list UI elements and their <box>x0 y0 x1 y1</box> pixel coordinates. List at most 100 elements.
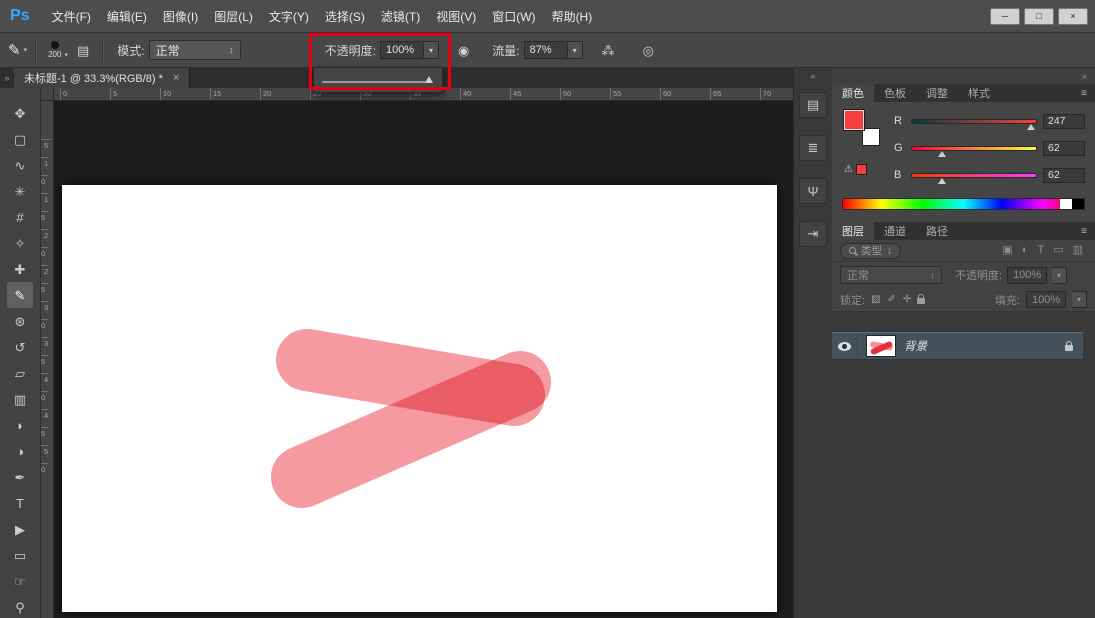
rectangular-marquee-tool[interactable]: ▢ <box>7 126 33 152</box>
white-swatch[interactable] <box>1060 199 1072 209</box>
menu-item[interactable]: 窗口(W) <box>484 3 543 30</box>
blend-mode-dropdown[interactable]: 正常 ↕ <box>149 40 241 60</box>
red-channel-value[interactable]: 247 <box>1043 114 1085 129</box>
notes-panel-icon[interactable]: ⇥ <box>799 221 827 247</box>
tools-panel-expand-arrow[interactable]: » <box>0 68 14 88</box>
document-tab[interactable]: 未标题-1 @ 33.3%(RGB/8) * × <box>14 68 190 88</box>
minimize-button[interactable]: ─ <box>990 8 1020 25</box>
menu-item[interactable]: 选择(S) <box>317 3 373 30</box>
panel-tab[interactable]: 通道 <box>874 222 916 240</box>
layer-row-background[interactable]: 背景 <box>832 332 1083 360</box>
maximize-button[interactable]: □ <box>1024 8 1054 25</box>
flow-dropdown-button[interactable]: ▾ <box>568 41 583 59</box>
pen-pressure-opacity-icon[interactable]: ◉ <box>453 44 474 57</box>
type-tool[interactable]: T <box>7 490 33 516</box>
dock-collapse-arrow[interactable]: » <box>832 68 1095 84</box>
layer-opacity-value[interactable]: 100% <box>1007 267 1047 284</box>
move-tool[interactable]: ✥ <box>7 100 33 126</box>
opacity-value-field[interactable]: 100% <box>380 41 424 59</box>
blur-tool[interactable]: ◗ <box>7 412 33 438</box>
opacity-slider-thumb[interactable] <box>425 76 433 83</box>
layer-opacity-dropdown[interactable]: ▾ <box>1052 267 1067 284</box>
clone-stamp-tool[interactable]: ⊛ <box>7 308 33 334</box>
opacity-dropdown-button[interactable]: ▾ <box>424 41 439 59</box>
foreground-color-swatch[interactable] <box>844 110 864 130</box>
lock-all-icon[interactable] <box>917 298 925 304</box>
black-swatch[interactable] <box>1072 199 1084 209</box>
menu-item[interactable]: 帮助(H) <box>544 3 601 30</box>
gamut-color-swatch[interactable] <box>856 164 867 175</box>
red-channel-slider[interactable] <box>911 119 1037 124</box>
slider-thumb[interactable] <box>1027 124 1035 130</box>
menu-item[interactable]: 视图(V) <box>428 3 484 30</box>
pixel-layer-filter-icon[interactable]: ▣ <box>1002 245 1012 256</box>
airbrush-icon[interactable]: ⁂ <box>597 44 620 57</box>
fill-value[interactable]: 100% <box>1026 291 1066 308</box>
menu-item[interactable]: 文字(Y) <box>261 3 317 30</box>
lasso-tool[interactable]: ∿ <box>7 152 33 178</box>
spot-healing-brush-tool[interactable]: ✚ <box>7 256 33 282</box>
rectangle-tool[interactable]: ▭ <box>7 542 33 568</box>
panel-tab[interactable]: 色板 <box>874 84 916 102</box>
layer-blend-mode-dropdown[interactable]: 正常 ↕ <box>840 266 942 284</box>
eyedropper-tool[interactable]: ✧ <box>7 230 33 256</box>
menu-item[interactable]: 文件(F) <box>44 3 99 30</box>
lock-transparency-icon[interactable]: ▨ <box>871 295 880 305</box>
type-layer-filter-icon[interactable]: T <box>1037 245 1044 256</box>
adjustment-layer-filter-icon[interactable]: ◐ <box>1022 245 1029 256</box>
active-tool-preview[interactable]: ✎ ▾ <box>8 41 27 59</box>
pen-pressure-size-icon[interactable]: ◎ <box>638 44 659 57</box>
toggle-brush-panel-button[interactable]: ▤ <box>72 44 94 57</box>
opacity-slider-track[interactable] <box>322 81 426 83</box>
panel-tab[interactable]: 图层 <box>832 222 874 240</box>
clone-source-panel-icon[interactable]: ≣ <box>799 135 827 161</box>
slider-thumb[interactable] <box>938 151 946 157</box>
menu-item[interactable]: 编辑(E) <box>99 3 155 30</box>
brush-panel-icon[interactable]: ▤ <box>799 92 827 118</box>
path-selection-tool[interactable]: ▶ <box>7 516 33 542</box>
dock-expand-arrow[interactable]: « <box>794 68 832 84</box>
smart-object-filter-icon[interactable]: ▥ <box>1073 245 1083 256</box>
tool-presets-panel-icon[interactable]: Ψ <box>799 178 827 204</box>
brush-tool[interactable]: ✎ <box>7 282 33 308</box>
layer-thumbnail[interactable] <box>866 335 896 357</box>
gradient-tool[interactable]: ▥ <box>7 386 33 412</box>
close-button[interactable]: × <box>1058 8 1088 25</box>
eraser-tool[interactable]: ▱ <box>7 360 33 386</box>
quick-selection-tool[interactable]: ✳ <box>7 178 33 204</box>
panel-tab[interactable]: 调整 <box>916 84 958 102</box>
lock-pixels-icon[interactable]: ✐ <box>888 295 896 305</box>
color-spectrum-bar[interactable] <box>842 198 1085 210</box>
menu-item[interactable]: 图像(I) <box>155 3 206 30</box>
layer-filter-dropdown[interactable]: 类型 ↕ <box>840 243 901 259</box>
vertical-ruler[interactable]: 5101520253035404550 <box>41 101 54 618</box>
panel-menu-icon[interactable]: ≡ <box>1073 222 1095 240</box>
panel-tab[interactable]: 颜色 <box>832 84 874 102</box>
fill-dropdown[interactable]: ▾ <box>1072 291 1087 308</box>
green-channel-slider[interactable] <box>911 146 1037 151</box>
dodge-tool[interactable]: ◑ <box>7 438 33 464</box>
background-color-swatch[interactable] <box>862 128 880 146</box>
close-icon[interactable]: × <box>173 72 179 84</box>
panel-tab[interactable]: 路径 <box>916 222 958 240</box>
lock-position-icon[interactable]: ✛ <box>903 295 911 305</box>
slider-thumb[interactable] <box>938 178 946 184</box>
menu-item[interactable]: 图层(L) <box>206 3 261 30</box>
warning-icon[interactable]: ⚠ <box>844 165 853 175</box>
history-brush-tool[interactable]: ↺ <box>7 334 33 360</box>
panel-tab[interactable]: 样式 <box>958 84 1000 102</box>
blue-channel-slider[interactable] <box>911 173 1037 178</box>
pen-tool[interactable]: ✒ <box>7 464 33 490</box>
green-channel-value[interactable]: 62 <box>1043 141 1085 156</box>
visibility-cell[interactable] <box>832 333 858 359</box>
panel-menu-icon[interactable]: ≡ <box>1073 84 1095 102</box>
crop-tool[interactable]: # <box>7 204 33 230</box>
canvas[interactable] <box>62 185 777 612</box>
blue-channel-value[interactable]: 62 <box>1043 168 1085 183</box>
brush-preset-picker[interactable]: 200 ▾ <box>48 41 68 59</box>
hand-tool[interactable]: ☞ <box>7 568 33 594</box>
shape-layer-filter-icon[interactable]: ▭ <box>1053 245 1063 256</box>
zoom-tool[interactable]: ⚲ <box>7 594 33 618</box>
menu-item[interactable]: 滤镜(T) <box>373 3 428 30</box>
flow-value-field[interactable]: 87% <box>524 41 568 59</box>
